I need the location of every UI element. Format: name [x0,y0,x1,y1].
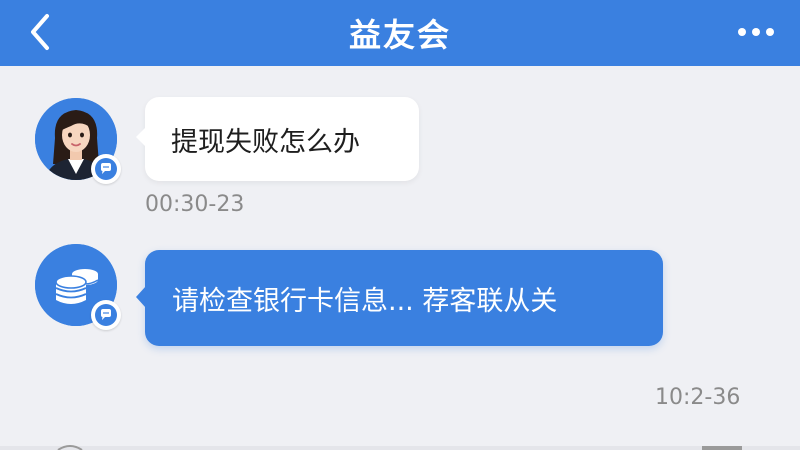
chat-bubble-icon [101,309,111,320]
incoming-message-bubble[interactable]: 提现失败怎么办 [136,97,419,181]
back-button[interactable] [18,10,62,54]
chat-bubble-icon [101,163,111,174]
chat-title: 益友会 [348,16,451,54]
outgoing-timestamp: 10:2-36 [655,385,741,410]
outgoing-message-bubble[interactable]: 请检查银行卡信息... 荐客联从关 [136,250,663,346]
chat-badge [91,154,121,184]
incoming-timestamp: 00:30-23 [145,192,245,217]
chat-badge [91,300,121,330]
input-bar-edge [0,445,800,450]
more-horizontal-icon [738,28,746,36]
more-options-button[interactable] [730,14,782,50]
outgoing-message-text: 请检查银行卡信息... 荐客联从关 [172,285,558,317]
agent-avatar[interactable] [35,98,121,184]
service-avatar[interactable] [35,244,121,330]
chevron-left-icon [31,14,49,50]
top-bar: 益友会 [0,0,800,66]
incoming-message-text: 提现失败怎么办 [171,126,360,158]
